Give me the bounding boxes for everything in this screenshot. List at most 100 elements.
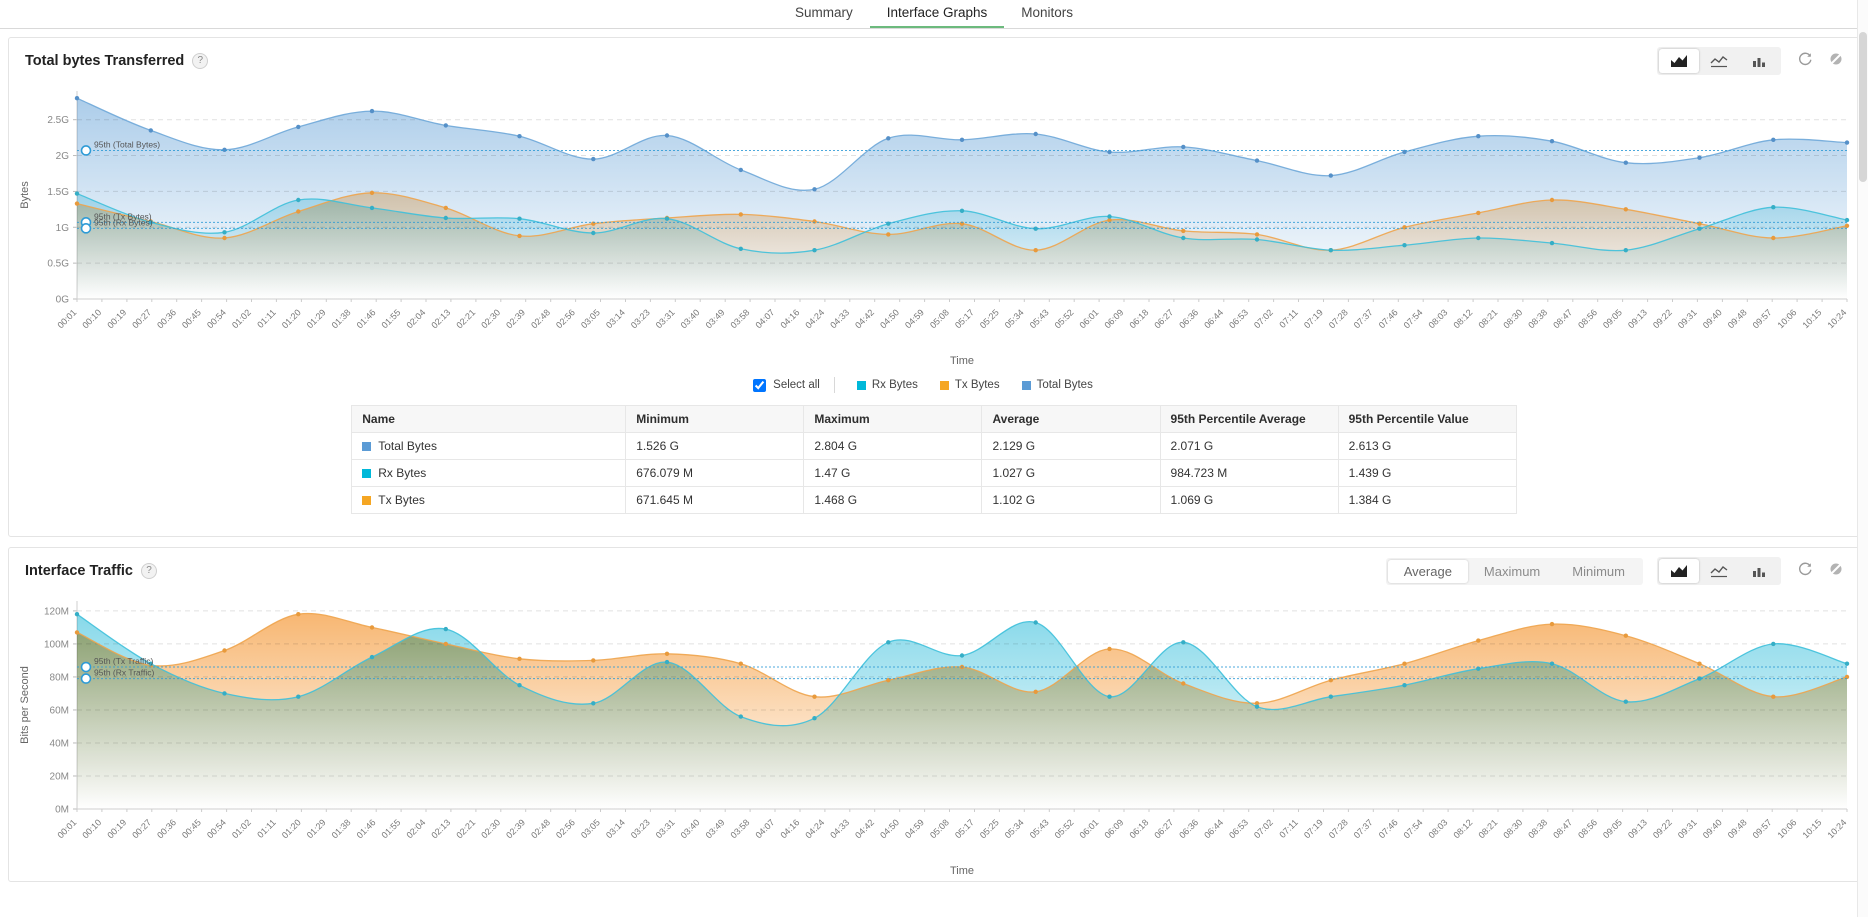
x-tick-label: 09:22 xyxy=(1651,307,1674,330)
x-tick-label: 08:12 xyxy=(1452,307,1475,330)
total-bytes-panel-header: Total bytes Transferred ? xyxy=(9,38,1859,81)
x-tick-label: 05:43 xyxy=(1028,307,1051,330)
legend-item-tx-bytes[interactable]: Tx Bytes xyxy=(940,379,1000,391)
line-chart-button[interactable] xyxy=(1699,49,1739,73)
x-tick-label: 03:31 xyxy=(654,817,677,840)
refresh-button[interactable] xyxy=(1797,51,1813,72)
cell-value: 1.102 G xyxy=(982,487,1160,514)
x-tick-label: 00:36 xyxy=(155,817,178,840)
cell-value: 2.613 G xyxy=(1338,433,1516,460)
help-icon[interactable]: ? xyxy=(192,53,208,69)
x-tick-label: 04:50 xyxy=(878,817,901,840)
x-tick-label: 07:19 xyxy=(1302,817,1325,840)
aggregation-switcher: Average Maximum Minimum xyxy=(1386,558,1643,585)
area-chart-icon xyxy=(1670,54,1688,68)
x-tick-label: 00:27 xyxy=(130,307,153,330)
slashed-circle-button[interactable] xyxy=(1829,52,1843,71)
cell-value: 1.439 G xyxy=(1338,460,1516,487)
y-tick-label: 80M xyxy=(50,672,69,683)
x-tick-label: 01:20 xyxy=(280,817,303,840)
legend-item-rx-bytes[interactable]: Rx Bytes xyxy=(857,379,918,391)
x-tick-label: 06:27 xyxy=(1152,307,1175,330)
x-tick-label: 04:07 xyxy=(753,817,776,840)
x-tick-label: 02:13 xyxy=(429,307,452,330)
x-tick-label: 02:30 xyxy=(479,307,502,330)
help-icon[interactable]: ? xyxy=(141,563,157,579)
col-header-95th-value: 95th Percentile Value xyxy=(1338,406,1516,433)
x-tick-label: 00:45 xyxy=(180,307,203,330)
x-tick-label: 02:13 xyxy=(429,817,452,840)
x-tick-label: 07:28 xyxy=(1327,817,1350,840)
y-tick-label: 100M xyxy=(44,639,69,650)
x-tick-label: 00:19 xyxy=(105,307,128,330)
table-header-row: Name Minimum Maximum Average 95th Percen… xyxy=(352,406,1517,433)
x-tick-label: 01:11 xyxy=(255,817,278,840)
legend-divider xyxy=(834,377,835,393)
area-chart-button[interactable] xyxy=(1659,49,1699,73)
x-tick-label: 05:43 xyxy=(1028,817,1051,840)
y-tick-label: 2G xyxy=(56,151,70,162)
select-all-label: Select all xyxy=(773,379,820,391)
legend-label: Rx Bytes xyxy=(872,379,918,391)
vertical-scrollbar[interactable] xyxy=(1857,0,1868,917)
x-tick-label: 07:11 xyxy=(1277,307,1300,330)
x-tick-label: 09:40 xyxy=(1701,307,1724,330)
x-tick-label: 09:48 xyxy=(1726,307,1749,330)
tab-summary[interactable]: Summary xyxy=(778,0,870,28)
percentile-marker[interactable] xyxy=(82,146,91,155)
chart-svg: 0M20M40M60M80M100M120M95th (Tx Traffic)9… xyxy=(15,591,1865,881)
x-tick-label: 09:05 xyxy=(1601,817,1624,840)
y-tick-label: 1.5G xyxy=(47,187,69,198)
average-button[interactable]: Average xyxy=(1388,560,1468,583)
y-tick-label: 0.5G xyxy=(47,259,69,270)
percentile-label: 95th (Total Bytes) xyxy=(94,139,160,149)
area-chart-icon xyxy=(1670,564,1688,578)
percentile-marker[interactable] xyxy=(82,224,91,233)
chart-legend: Select all Rx Bytes Tx Bytes Total Bytes xyxy=(9,371,1859,397)
line-chart-button[interactable] xyxy=(1699,559,1739,583)
x-tick-label: 02:39 xyxy=(504,307,527,330)
bar-chart-button[interactable] xyxy=(1739,559,1779,583)
x-tick-label: 01:55 xyxy=(380,817,403,840)
x-tick-label: 00:27 xyxy=(130,817,153,840)
percentile-marker[interactable] xyxy=(82,663,91,672)
x-tick-label: 05:34 xyxy=(1003,307,1026,330)
x-tick-label: 08:56 xyxy=(1576,307,1599,330)
x-tick-label: 06:01 xyxy=(1078,817,1101,840)
col-header-average: Average xyxy=(982,406,1160,433)
tab-interface-graphs[interactable]: Interface Graphs xyxy=(870,0,1005,28)
bar-chart-button[interactable] xyxy=(1739,49,1779,73)
x-tick-label: 02:56 xyxy=(554,307,577,330)
x-tick-label: 02:56 xyxy=(554,817,577,840)
col-header-maximum: Maximum xyxy=(804,406,982,433)
percentile-marker[interactable] xyxy=(82,674,91,683)
x-tick-label: 09:31 xyxy=(1676,817,1699,840)
tab-monitors[interactable]: Monitors xyxy=(1004,0,1090,28)
area-chart-button[interactable] xyxy=(1659,559,1699,583)
maximum-button[interactable]: Maximum xyxy=(1468,560,1556,583)
refresh-button[interactable] xyxy=(1797,561,1813,582)
scrollbar-thumb[interactable] xyxy=(1859,32,1867,182)
x-tick-label: 09:40 xyxy=(1701,817,1724,840)
cell-value: 2.804 G xyxy=(804,433,982,460)
x-tick-label: 02:39 xyxy=(504,817,527,840)
y-tick-label: 1G xyxy=(56,223,70,234)
cell-value: 676.079 M xyxy=(626,460,804,487)
x-tick-label: 03:49 xyxy=(704,307,727,330)
line-chart-icon xyxy=(1710,54,1728,68)
y-tick-label: 0M xyxy=(55,805,69,816)
x-tick-label: 08:56 xyxy=(1576,817,1599,840)
x-tick-label: 03:31 xyxy=(654,307,677,330)
minimum-button[interactable]: Minimum xyxy=(1556,560,1641,583)
cell-value: 671.645 M xyxy=(626,487,804,514)
select-all-checkbox[interactable] xyxy=(753,379,766,392)
x-tick-label: 01:29 xyxy=(305,307,328,330)
x-tick-label: 04:59 xyxy=(903,307,926,330)
x-tick-label: 10:06 xyxy=(1776,817,1799,840)
legend-label: Tx Bytes xyxy=(955,379,1000,391)
legend-item-total-bytes[interactable]: Total Bytes xyxy=(1022,379,1093,391)
row-name: Rx Bytes xyxy=(378,466,426,480)
x-axis-title: Time xyxy=(950,355,974,367)
x-tick-label: 10:06 xyxy=(1776,307,1799,330)
slashed-circle-button[interactable] xyxy=(1829,562,1843,581)
